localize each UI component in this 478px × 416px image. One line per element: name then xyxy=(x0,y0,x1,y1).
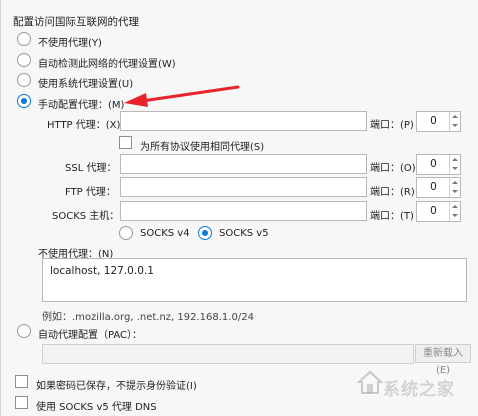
socks-v4-label[interactable]: SOCKS v4 xyxy=(140,228,190,239)
ftp-proxy-label: FTP 代理： xyxy=(65,187,116,198)
same-proxy-label[interactable]: 为所有协议使用相同代理(S) xyxy=(140,138,264,153)
section-title: 配置访问国际互联网的代理 xyxy=(13,16,139,28)
no-proxy-radio[interactable] xyxy=(17,32,31,46)
auto-detect-label[interactable]: 自动检测此网络的代理设置(W) xyxy=(38,55,176,70)
ftp-proxy-input[interactable] xyxy=(120,177,367,197)
ssl-port-label: 端口：(O) xyxy=(370,163,416,174)
ssl-port-stepper[interactable]: 0 xyxy=(416,154,461,175)
no-proxy-for-value: localhost, 127.0.0.1 xyxy=(50,265,154,277)
connection-settings-panel: 配置访问国际互联网的代理 不使用代理(Y) 自动检测此网络的代理设置(W) 使用… xyxy=(0,0,478,416)
ftp-port-value: 0 xyxy=(430,181,437,193)
watermark-logo-icon xyxy=(356,370,384,394)
socks-v5-radio[interactable] xyxy=(198,226,212,240)
annotation-arrow-icon xyxy=(124,85,240,107)
socks-port-stepper[interactable]: 0 xyxy=(416,201,461,222)
http-proxy-label: HTTP 代理：(X) xyxy=(47,120,121,131)
socks-dns-checkbox[interactable] xyxy=(15,396,28,409)
ftp-port-label: 端口：(R) xyxy=(370,187,415,198)
same-proxy-checkbox[interactable] xyxy=(119,136,132,149)
watermark-text: 系统之家 xyxy=(383,380,455,400)
http-proxy-input[interactable] xyxy=(120,111,367,131)
stepper-arrows-icon[interactable] xyxy=(449,112,460,131)
stepper-arrows-icon[interactable] xyxy=(449,155,460,174)
ssl-proxy-input[interactable] xyxy=(120,154,367,174)
watermark: 系统之家 xyxy=(356,370,454,400)
socks-v5-label[interactable]: SOCKS v5 xyxy=(219,228,269,239)
socks-port-label: 端口：(T) xyxy=(370,211,414,222)
http-port-stepper[interactable]: 0 xyxy=(416,111,461,132)
auto-detect-radio[interactable] xyxy=(17,53,31,67)
socks-dns-label[interactable]: 使用 SOCKS v5 代理 DNS xyxy=(36,398,157,413)
no-prompt-auth-checkbox[interactable] xyxy=(15,375,28,388)
socks-host-label: SOCKS 主机： xyxy=(52,211,120,222)
system-proxy-label[interactable]: 使用系统代理设置(U) xyxy=(38,75,133,90)
example-hint: 例如：.mozilla.org, .net.nz, 192.168.1.0/24 xyxy=(42,312,254,323)
no-prompt-auth-label[interactable]: 如果密码已保存，不提示身份验证(I) xyxy=(36,377,197,392)
stepper-arrows-icon[interactable] xyxy=(449,178,460,197)
ftp-port-stepper[interactable]: 0 xyxy=(416,177,461,198)
stepper-arrows-icon[interactable] xyxy=(449,202,460,221)
auto-config-radio[interactable] xyxy=(17,324,31,338)
http-port-value: 0 xyxy=(430,115,437,127)
no-proxy-label[interactable]: 不使用代理(Y) xyxy=(38,34,102,49)
auto-config-label[interactable]: 自动代理配置（PAC）： xyxy=(38,326,142,341)
ssl-proxy-label: SSL 代理： xyxy=(65,163,117,174)
ssl-port-value: 0 xyxy=(430,158,437,170)
socks-port-value: 0 xyxy=(430,205,437,217)
manual-proxy-radio[interactable] xyxy=(17,94,31,108)
pac-url-input[interactable] xyxy=(42,344,414,364)
system-proxy-radio[interactable] xyxy=(17,73,31,87)
http-port-label: 端口：(P) xyxy=(370,120,414,131)
socks-v4-radio[interactable] xyxy=(119,226,133,240)
no-proxy-for-textarea[interactable]: localhost, 127.0.0.1 xyxy=(42,258,467,302)
manual-proxy-label[interactable]: 手动配置代理：(M) xyxy=(38,96,124,111)
reload-button[interactable]: 重新载入(E) xyxy=(415,344,471,376)
socks-host-input[interactable] xyxy=(120,201,367,221)
